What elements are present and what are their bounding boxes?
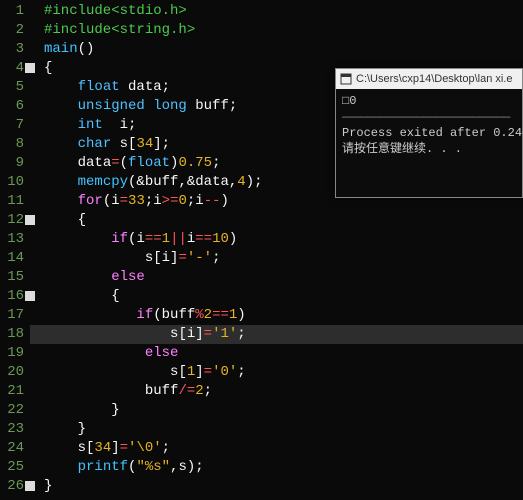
line-number: 3	[2, 40, 24, 59]
console-icon	[340, 73, 352, 85]
line-number: 6	[2, 97, 24, 116]
code-line[interactable]: }	[44, 401, 523, 420]
line-number: 2	[2, 21, 24, 40]
code-line[interactable]: }	[44, 420, 523, 439]
line-number: 11	[2, 192, 24, 211]
code-line[interactable]: if(buff%2==1)	[44, 306, 523, 325]
line-number: 7	[2, 116, 24, 135]
line-number: 14	[2, 249, 24, 268]
console-separator: ———————————————————————————	[342, 110, 509, 124]
line-number: 23	[2, 420, 24, 439]
line-number: 19	[2, 344, 24, 363]
line-number: 24	[2, 439, 24, 458]
line-number: 16	[2, 287, 24, 306]
console-line: Process exited after 0.2408	[342, 126, 523, 140]
line-number: 8	[2, 135, 24, 154]
line-number: 5	[2, 78, 24, 97]
code-line[interactable]: s[1]='0';	[44, 363, 523, 382]
code-line[interactable]: s[i]='-';	[44, 249, 523, 268]
code-line[interactable]: }	[44, 477, 523, 496]
line-number: 18	[2, 325, 24, 344]
console-line: 请按任意键继续. . .	[342, 142, 462, 156]
code-line[interactable]: {	[44, 211, 523, 230]
console-titlebar[interactable]: C:\Users\cxp14\Desktop\lan xi.e	[336, 69, 522, 89]
console-window[interactable]: C:\Users\cxp14\Desktop\lan xi.e □0 —————…	[335, 68, 523, 198]
code-line[interactable]: #include<stdio.h>	[44, 2, 523, 21]
line-number: 20	[2, 363, 24, 382]
line-number: 15	[2, 268, 24, 287]
console-title-text: C:\Users\cxp14\Desktop\lan xi.e	[356, 73, 513, 85]
line-number: 10	[2, 173, 24, 192]
line-number: 9	[2, 154, 24, 173]
line-number: 13	[2, 230, 24, 249]
line-number: 12	[2, 211, 24, 230]
line-number: 26	[2, 477, 24, 496]
code-line[interactable]: printf("%s",s);	[44, 458, 523, 477]
code-line[interactable]: if(i==1||i==10)	[44, 230, 523, 249]
code-line[interactable]: main()	[44, 40, 523, 59]
line-number: 21	[2, 382, 24, 401]
line-number: 22	[2, 401, 24, 420]
line-number: 4	[2, 59, 24, 78]
console-line: □0	[342, 94, 356, 108]
console-output[interactable]: □0 ——————————————————————————— Process e…	[336, 89, 522, 197]
code-line[interactable]: s[34]='\0';	[44, 439, 523, 458]
code-line[interactable]: else	[44, 344, 523, 363]
gutter: 1234567891011121314151617181920212223242…	[0, 0, 30, 500]
line-number: 25	[2, 458, 24, 477]
code-line[interactable]: buff/=2;	[44, 382, 523, 401]
line-number: 1	[2, 2, 24, 21]
line-number: 17	[2, 306, 24, 325]
code-line[interactable]: {	[44, 287, 523, 306]
code-line[interactable]: else	[44, 268, 523, 287]
code-line[interactable]: #include<string.h>	[44, 21, 523, 40]
